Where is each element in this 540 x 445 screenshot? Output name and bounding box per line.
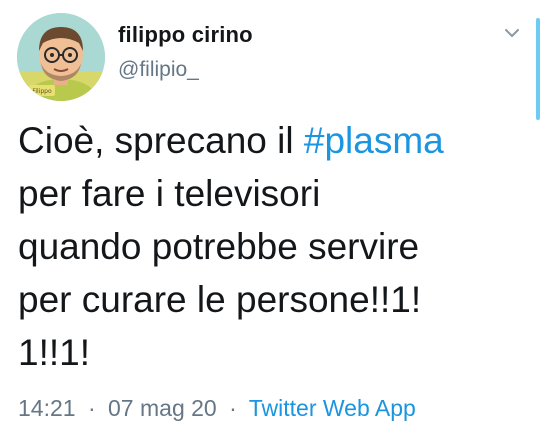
author-handle[interactable]: @filipio_	[118, 58, 199, 82]
tweet-card: Filippo filippo cirino @filipio_ Cioè, s…	[0, 0, 540, 445]
meta-separator: ·	[229, 395, 237, 421]
tweet-source-link[interactable]: Twitter Web App	[249, 395, 416, 421]
tweet-meta: 14:21 · 07 mag 20 · Twitter Web App	[18, 395, 416, 422]
tweet-text-segment: Cioè, sprecano il	[18, 120, 304, 161]
cartoon-face-icon: Filippo	[17, 13, 105, 101]
tweet-time[interactable]: 14:21	[18, 395, 76, 421]
tweet-line-3: quando potrebbe servire	[18, 226, 420, 267]
tweet-text: Cioè, sprecano il #plasma per fare i tel…	[18, 114, 530, 379]
tweet-date[interactable]: 07 mag 20	[108, 395, 217, 421]
scrollbar-accent	[536, 18, 540, 120]
tweet-line-5: 1!!1!	[18, 332, 90, 373]
author-display-name[interactable]: filippo cirino	[118, 22, 253, 48]
tweet-line-1: Cioè, sprecano il #plasma	[18, 114, 530, 167]
tweet-line-2: per fare i televisori	[18, 173, 321, 214]
tweet-line-4: per curare le persone!!1!	[18, 279, 422, 320]
hashtag-link[interactable]: #plasma	[304, 120, 444, 161]
meta-separator: ·	[87, 395, 96, 421]
chevron-down-icon[interactable]	[502, 26, 522, 40]
avatar-caption: Filippo	[32, 88, 52, 95]
avatar[interactable]: Filippo	[17, 13, 105, 101]
